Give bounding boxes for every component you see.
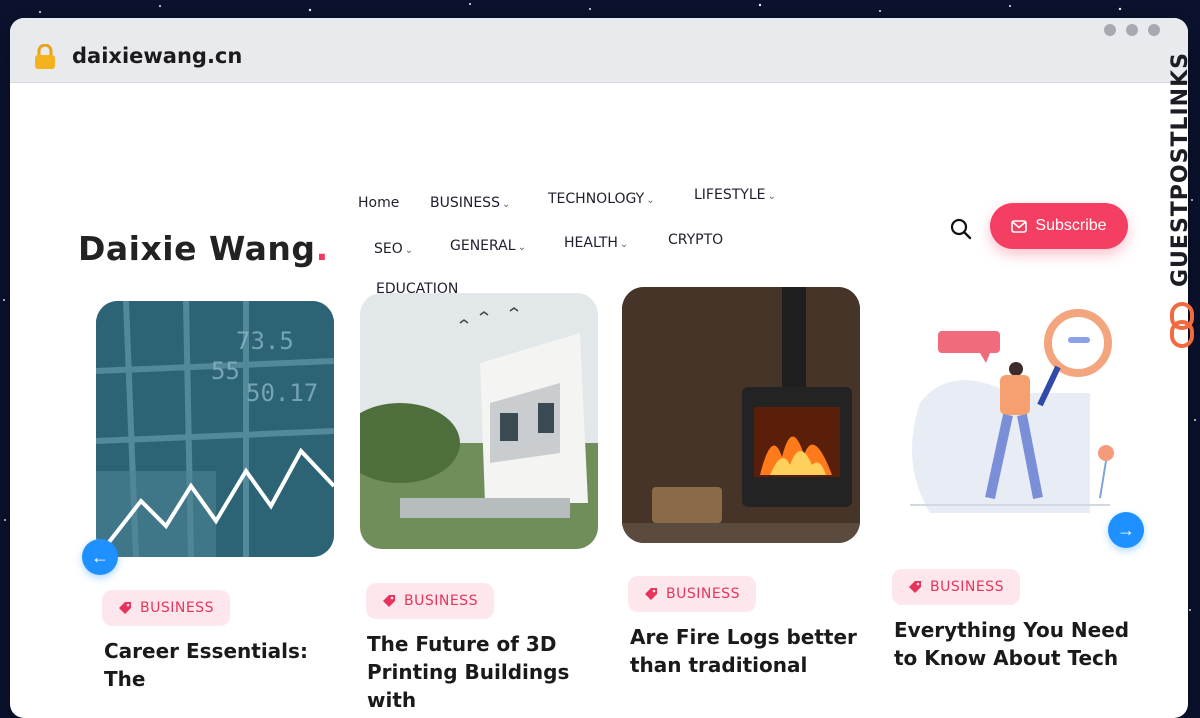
nav-item-seo[interactable]: SEO ⌄ xyxy=(374,241,413,257)
lock-icon xyxy=(35,44,55,69)
nav-item-technology[interactable]: TECHNOLOGY ⌄ xyxy=(548,191,655,207)
arrow-left-icon: ← xyxy=(91,546,109,567)
nav-label: HEALTH xyxy=(564,235,618,251)
window-dot[interactable] xyxy=(1148,24,1160,36)
guestpostlinks-watermark: GUESTPOSTLINKS xyxy=(1166,52,1198,372)
card-title[interactable]: Are Fire Logs better than traditional xyxy=(630,623,870,679)
svg-text:73.5: 73.5 xyxy=(236,327,294,355)
nav-label: CRYPTO xyxy=(668,232,724,248)
badge-label: BUSINESS xyxy=(140,600,214,616)
nav-label: Home xyxy=(358,195,400,211)
carousel-prev-button[interactable]: ← xyxy=(82,539,118,575)
envelope-icon xyxy=(1011,219,1028,233)
site-page: Daixie Wang. Home BUSINESS ⌄ TECHNOLOGY ⌄ … xyxy=(10,83,1188,718)
logo-dot: . xyxy=(315,229,329,268)
chain-link-icon xyxy=(1170,302,1194,348)
badge-label: BUSINESS xyxy=(930,579,1004,595)
chevron-down-icon: ⌄ xyxy=(404,245,414,256)
browser-window: daixiewang.cn Daixie Wang. Home BUSINESS… xyxy=(10,18,1188,718)
site-logo[interactable]: Daixie Wang. xyxy=(78,229,329,268)
chevron-down-icon: ⌄ xyxy=(767,191,776,202)
wood-stove-image xyxy=(622,287,860,543)
nav-item-crypto[interactable]: CRYPTO xyxy=(668,232,723,248)
chevron-down-icon: ⌄ xyxy=(517,242,526,253)
card-image-fireplace[interactable] xyxy=(622,287,860,543)
nav-item-general[interactable]: GENERAL ⌄ xyxy=(450,238,526,254)
card-title[interactable]: The Future of 3D Printing Buildings with xyxy=(367,630,607,714)
logo-text: Daixie Wang xyxy=(78,229,316,268)
address-bar-url[interactable]: daixiewang.cn xyxy=(72,44,242,68)
nav-item-health[interactable]: HEALTH ⌄ xyxy=(564,235,628,251)
person-magnifier-illustration xyxy=(910,309,1114,513)
category-badge[interactable]: BUSINESS xyxy=(628,576,756,612)
search-icon[interactable] xyxy=(950,218,972,240)
window-dot[interactable] xyxy=(1104,24,1116,36)
tag-icon xyxy=(909,581,921,593)
nav-label: LIFESTYLE xyxy=(694,187,766,203)
card-image-illustration[interactable] xyxy=(890,283,1128,539)
tag-icon xyxy=(119,602,131,614)
svg-text:50.17: 50.17 xyxy=(246,379,318,407)
category-badge[interactable]: BUSINESS xyxy=(366,583,494,619)
chevron-down-icon: ⌄ xyxy=(619,239,629,250)
subscribe-button[interactable]: Subscribe xyxy=(990,203,1128,249)
tag-icon xyxy=(383,595,395,607)
card-title[interactable]: Career Essentials: The xyxy=(104,637,344,693)
nav-item-lifestyle[interactable]: LIFESTYLE ⌄ xyxy=(694,187,776,203)
stock-chart-image: 73.55550.17 xyxy=(96,301,334,557)
card-image-finance[interactable]: 73.5 55 50.17 xyxy=(96,301,334,557)
window-controls xyxy=(1104,24,1160,36)
badge-label: BUSINESS xyxy=(404,593,478,609)
nav-label: SEO xyxy=(374,241,403,257)
browser-toolbar: daixiewang.cn xyxy=(10,18,1188,83)
subscribe-label: Subscribe xyxy=(1035,217,1107,234)
badge-label: BUSINESS xyxy=(666,586,740,602)
card-image-house[interactable] xyxy=(360,293,598,549)
svg-text:55: 55 xyxy=(211,357,240,385)
window-dot[interactable] xyxy=(1126,24,1138,36)
arrow-right-icon: → xyxy=(1117,519,1135,540)
modern-house-image xyxy=(360,293,598,549)
card-title[interactable]: Everything You Need to Know About Tech xyxy=(894,616,1134,672)
nav-label: BUSINESS xyxy=(430,195,500,211)
category-badge[interactable]: BUSINESS xyxy=(892,569,1020,605)
watermark-text: GUESTPOSTLINKS xyxy=(1168,52,1193,287)
tag-icon xyxy=(645,588,657,600)
nav-label: GENERAL xyxy=(450,238,516,254)
nav-item-home[interactable]: Home xyxy=(358,195,399,211)
nav-item-business[interactable]: BUSINESS ⌄ xyxy=(430,195,510,211)
chevron-down-icon: ⌄ xyxy=(501,199,511,210)
chevron-down-icon: ⌄ xyxy=(646,195,655,206)
nav-label: TECHNOLOGY xyxy=(548,191,645,207)
category-badge[interactable]: BUSINESS xyxy=(102,590,230,626)
carousel-next-button[interactable]: → xyxy=(1108,512,1144,548)
